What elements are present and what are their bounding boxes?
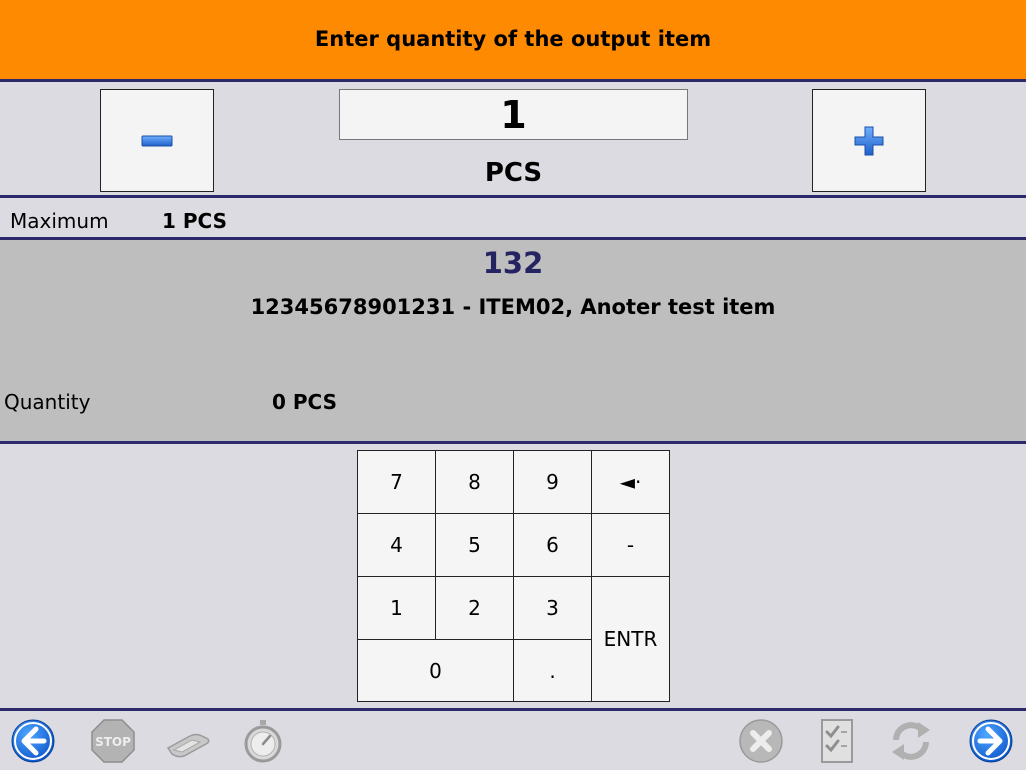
key-minus[interactable]: -	[591, 513, 670, 577]
quantity-input[interactable]: 1	[339, 89, 688, 140]
scanner-icon[interactable]	[164, 718, 210, 764]
key-8[interactable]: 8	[435, 450, 514, 514]
quantity-label: Quantity	[4, 390, 91, 414]
quantity-value: 0 PCS	[272, 390, 337, 414]
key-2[interactable]: 2	[435, 576, 514, 640]
decrement-button[interactable]	[100, 89, 214, 192]
key-3[interactable]: 3	[513, 576, 592, 640]
key-6[interactable]: 6	[513, 513, 592, 577]
maximum-label: Maximum	[10, 209, 109, 233]
unit-label: PCS	[484, 158, 543, 188]
item-description: 12345678901231 - ITEM02, Anoter test ite…	[250, 295, 776, 319]
key-decimal[interactable]: .	[513, 639, 592, 702]
stop-icon[interactable]: STOP	[90, 718, 136, 764]
maximum-row: Maximum 1 PCS	[0, 200, 1026, 240]
key-0[interactable]: 0	[357, 639, 514, 702]
back-arrow-icon[interactable]	[10, 718, 56, 764]
header-bar: Enter quantity of the output item	[0, 0, 1026, 82]
checklist-icon[interactable]	[814, 718, 860, 764]
item-code: 132	[482, 246, 544, 280]
item-panel: 132 12345678901231 - ITEM02, Anoter test…	[0, 240, 1026, 444]
stopwatch-icon[interactable]	[240, 718, 286, 764]
maximum-value: 1 PCS	[162, 209, 227, 233]
svg-text:STOP: STOP	[95, 735, 131, 749]
key-9[interactable]: 9	[513, 450, 592, 514]
footer-toolbar: STOP	[0, 708, 1026, 770]
cancel-icon[interactable]	[738, 718, 784, 764]
forward-arrow-icon[interactable]	[968, 718, 1014, 764]
quantity-stepper: 1 PCS	[0, 84, 1026, 198]
increment-button[interactable]	[812, 89, 926, 192]
page-title: Enter quantity of the output item	[314, 26, 712, 51]
key-backspace[interactable]: ◄·	[591, 450, 670, 514]
minus-icon	[141, 135, 173, 146]
key-7[interactable]: 7	[357, 450, 436, 514]
key-4[interactable]: 4	[357, 513, 436, 577]
key-enter[interactable]: ENTR	[591, 576, 670, 702]
plus-icon	[854, 126, 884, 155]
numeric-keypad: 7 8 9 ◄· 4 5 6 - 1 2 3 ENTR 0 .	[357, 450, 670, 702]
key-5[interactable]: 5	[435, 513, 514, 577]
refresh-icon[interactable]	[888, 718, 934, 764]
key-1[interactable]: 1	[357, 576, 436, 640]
